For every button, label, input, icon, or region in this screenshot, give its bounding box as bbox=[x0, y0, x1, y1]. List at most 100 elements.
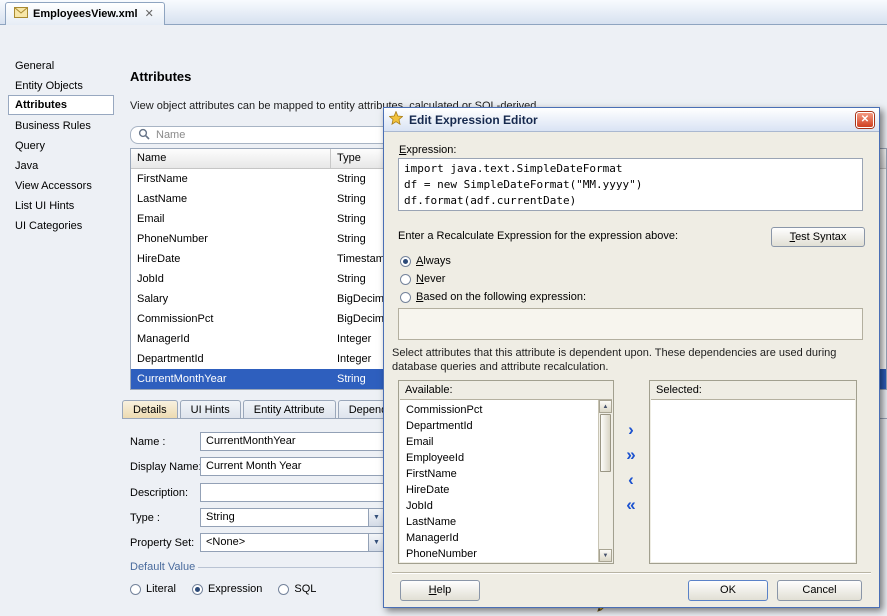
cell-name: CurrentMonthYear bbox=[137, 373, 227, 385]
cell-type: String bbox=[337, 373, 366, 385]
selected-label: Selected: bbox=[656, 384, 702, 396]
type-combobox[interactable]: String ▼ bbox=[200, 508, 385, 527]
sidebar-item-ui-categories[interactable]: UI Categories bbox=[8, 215, 114, 235]
radio-sql-label: SQL bbox=[294, 583, 317, 595]
cell-name: HireDate bbox=[137, 253, 181, 265]
scrollbar-thumb[interactable] bbox=[600, 414, 611, 472]
chevron-down-icon[interactable]: ▼ bbox=[368, 534, 384, 551]
default-value-section-label: Default Value bbox=[130, 561, 196, 573]
radio-literal[interactable]: Literal bbox=[130, 583, 176, 595]
tab-details[interactable]: Details bbox=[122, 400, 178, 419]
cell-type: String bbox=[337, 213, 366, 225]
dialog-close-icon[interactable]: ✕ bbox=[856, 111, 874, 128]
radio-always[interactable]: Always bbox=[400, 255, 451, 267]
selected-listbox[interactable] bbox=[651, 399, 855, 562]
expression-code-textarea[interactable]: import java.text.SimpleDateFormat df = n… bbox=[398, 158, 863, 211]
radio-always-label: Always bbox=[416, 255, 451, 267]
display-name-input[interactable]: Current Month Year bbox=[200, 457, 385, 476]
document-tab-label: EmployeesView.xml bbox=[33, 8, 138, 20]
cell-type: String bbox=[337, 173, 366, 185]
tab-close-icon[interactable]: ✕ bbox=[143, 8, 156, 20]
list-item[interactable]: Email bbox=[400, 434, 612, 450]
column-header-name[interactable]: Name bbox=[131, 149, 331, 168]
dialog-divider bbox=[392, 572, 871, 574]
cell-type: String bbox=[337, 273, 366, 285]
search-icon bbox=[138, 128, 150, 143]
cell-name: CommissionPct bbox=[137, 313, 214, 325]
tab-entity-attribute[interactable]: Entity Attribute bbox=[242, 400, 336, 419]
available-attributes-panel: Available: CommissionPct DepartmentId Em… bbox=[398, 380, 614, 564]
list-item[interactable]: JobId bbox=[400, 498, 612, 514]
radio-based-label: Based on the following expression: bbox=[416, 291, 587, 303]
radio-sql[interactable]: SQL bbox=[278, 583, 316, 595]
name-input[interactable]: CurrentMonthYear bbox=[200, 432, 385, 451]
list-item[interactable]: DepartmentId bbox=[400, 418, 612, 434]
radio-expression-label: Expression bbox=[207, 583, 263, 595]
test-syntax-button[interactable]: Test Syntax bbox=[771, 227, 865, 247]
sidebar-item-business-rules[interactable]: Business Rules bbox=[8, 115, 114, 135]
edit-expression-editor-dialog: Edit Expression Editor ✕ Expression: imp… bbox=[383, 107, 880, 608]
move-all-right-icon[interactable]: » bbox=[619, 445, 643, 467]
dependency-note: Select attributes that this attribute is… bbox=[392, 347, 837, 373]
sidebar-item-list-ui-hints[interactable]: List UI Hints bbox=[8, 195, 114, 215]
list-item[interactable]: HireDate bbox=[400, 482, 612, 498]
list-item[interactable]: EmployeeId bbox=[400, 450, 612, 466]
cancel-button[interactable]: Cancel bbox=[777, 580, 862, 601]
tab-ui-hints[interactable]: UI Hints bbox=[179, 400, 241, 419]
cell-type: Integer bbox=[337, 333, 372, 345]
cell-type: String bbox=[337, 233, 366, 245]
display-name-label: Display Name: bbox=[130, 461, 202, 473]
list-item[interactable]: PhoneNumber bbox=[400, 546, 612, 562]
available-listbox[interactable]: CommissionPct DepartmentId Email Employe… bbox=[400, 399, 612, 562]
xml-file-icon bbox=[14, 7, 28, 21]
radio-checked-icon bbox=[191, 583, 203, 595]
document-tab[interactable]: EmployeesView.xml ✕ bbox=[5, 2, 165, 25]
list-item[interactable]: CommissionPct bbox=[400, 402, 612, 418]
cell-name: Email bbox=[137, 213, 165, 225]
move-right-icon[interactable]: › bbox=[619, 420, 643, 442]
recalculate-expression-textarea[interactable] bbox=[398, 308, 863, 340]
sidebar-item-java[interactable]: Java bbox=[8, 155, 114, 175]
radio-never[interactable]: Never bbox=[400, 273, 445, 285]
radio-icon bbox=[400, 291, 411, 303]
shuttle-controls: › » ‹ « bbox=[618, 420, 644, 517]
name-label: Name : bbox=[130, 436, 166, 448]
move-left-icon[interactable]: ‹ bbox=[619, 470, 643, 492]
search-placeholder: Name bbox=[156, 129, 186, 141]
sidebar-item-general[interactable]: General bbox=[8, 55, 114, 75]
scroll-up-icon[interactable]: ▲ bbox=[599, 400, 612, 413]
dialog-title-bar[interactable]: Edit Expression Editor ✕ bbox=[384, 108, 879, 132]
property-set-value: <None> bbox=[206, 536, 246, 548]
radio-icon bbox=[278, 583, 290, 595]
default-value-radio-group: Literal Expression SQL bbox=[130, 583, 316, 595]
description-label: Description: bbox=[130, 487, 189, 499]
app-root: EmployeesView.xml ✕ General Entity Objec… bbox=[0, 0, 887, 616]
property-set-combobox[interactable]: <None> ▼ bbox=[200, 533, 385, 552]
radio-based-on-expression[interactable]: Based on the following expression: bbox=[400, 291, 586, 303]
list-item[interactable]: FirstName bbox=[400, 466, 612, 482]
description-input[interactable] bbox=[200, 483, 385, 502]
section-divider bbox=[198, 567, 383, 568]
cell-name: FirstName bbox=[137, 173, 188, 185]
chevron-down-icon[interactable]: ▼ bbox=[368, 509, 384, 526]
cell-name: LastName bbox=[137, 193, 188, 205]
ok-button[interactable]: OK bbox=[688, 580, 768, 601]
list-item[interactable]: ManagerId bbox=[400, 530, 612, 546]
help-button[interactable]: Help bbox=[400, 580, 480, 601]
selected-attributes-panel: Selected: bbox=[649, 380, 857, 564]
cell-name: Salary bbox=[137, 293, 169, 305]
available-label: Available: bbox=[405, 384, 453, 396]
move-all-left-icon[interactable]: « bbox=[619, 495, 643, 517]
radio-literal-label: Literal bbox=[146, 583, 176, 595]
sidebar-item-query[interactable]: Query bbox=[8, 135, 114, 155]
sidebar-item-attributes[interactable]: Attributes bbox=[8, 95, 114, 115]
scrollbar[interactable]: ▲ ▼ bbox=[598, 400, 612, 562]
cell-name: DepartmentId bbox=[137, 353, 204, 365]
radio-icon bbox=[130, 583, 141, 595]
scroll-down-icon[interactable]: ▼ bbox=[599, 549, 612, 562]
column-header-type[interactable]: Type bbox=[331, 149, 367, 168]
list-item[interactable]: LastName bbox=[400, 514, 612, 530]
sidebar-item-view-accessors[interactable]: View Accessors bbox=[8, 175, 114, 195]
sidebar-item-entity-objects[interactable]: Entity Objects bbox=[8, 75, 114, 95]
radio-expression[interactable]: Expression bbox=[191, 583, 263, 595]
